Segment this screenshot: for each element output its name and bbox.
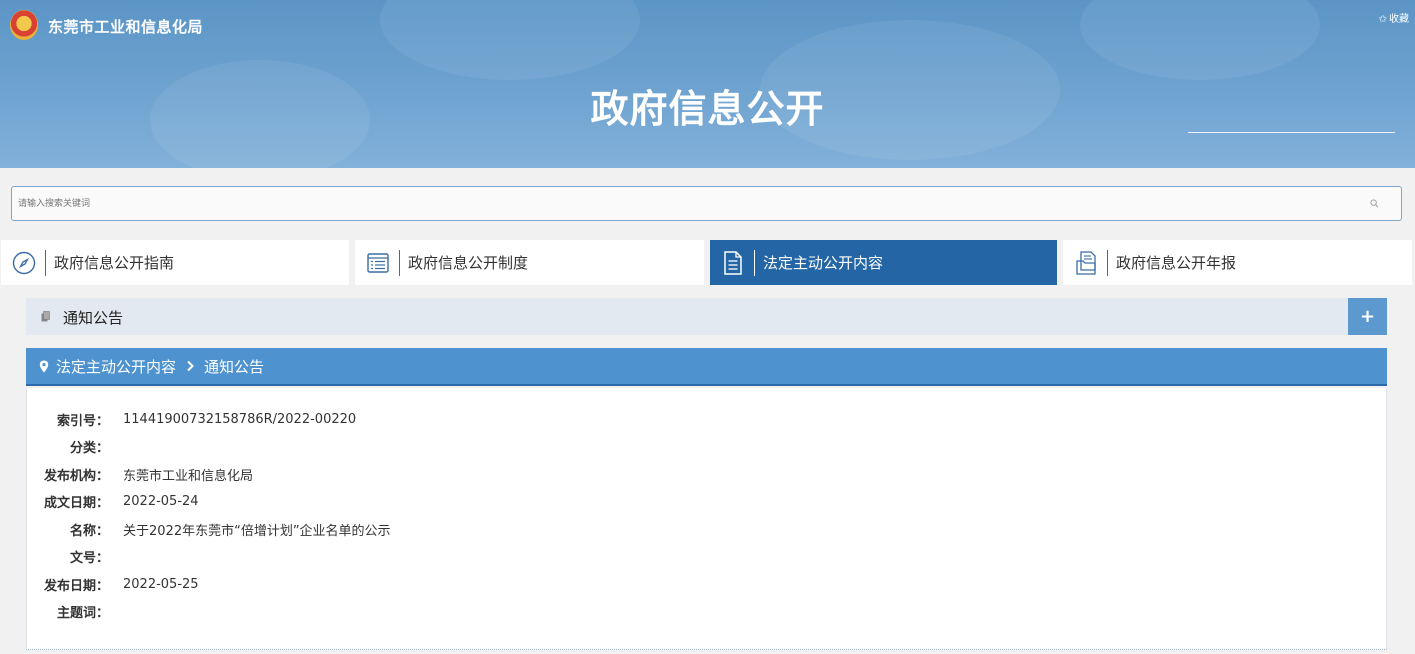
category-label[interactable]: 通知公告 bbox=[63, 307, 123, 328]
search-input[interactable] bbox=[18, 195, 1358, 213]
tab-separator bbox=[399, 249, 400, 276]
report-icon bbox=[1073, 250, 1099, 276]
compass-icon bbox=[11, 250, 37, 276]
header-banner: 东莞市工业和信息化局 ✩ 收藏 政府信息公开 bbox=[0, 0, 1415, 168]
banner-decoration bbox=[380, 0, 640, 80]
info-value: 2022-05-24 bbox=[123, 493, 199, 509]
breadcrumb-item[interactable]: 法定主动公开内容 bbox=[56, 356, 176, 377]
info-key: 分类： bbox=[69, 440, 109, 456]
tab-label: 政府信息公开年报 bbox=[1116, 254, 1237, 272]
info-key: 索引号： bbox=[56, 413, 109, 429]
search-icon[interactable] bbox=[1370, 199, 1379, 208]
tab-label: 政府信息公开制度 bbox=[408, 254, 529, 272]
info-row-publisher: 发布机构： 东莞市工业和信息化局 bbox=[27, 464, 253, 484]
info-row-document-number: 文号： bbox=[27, 546, 123, 566]
category-bar: 通知公告 + bbox=[26, 298, 1387, 335]
tab-annual-report[interactable]: 政府信息公开年报 bbox=[1063, 240, 1412, 285]
national-emblem-logo[interactable] bbox=[10, 10, 38, 40]
tab-label: 法定主动公开内容 bbox=[763, 254, 884, 272]
info-key: 名称： bbox=[69, 523, 109, 539]
document-icon bbox=[720, 250, 746, 276]
info-key: 主题词： bbox=[56, 605, 109, 621]
breadcrumb-item[interactable]: 通知公告 bbox=[204, 356, 264, 377]
site-name[interactable]: 东莞市工业和信息化局 bbox=[48, 16, 203, 37]
tab-separator bbox=[754, 249, 755, 276]
info-row-written-date: 成文日期： 2022-05-24 bbox=[27, 491, 199, 511]
tab-separator bbox=[1107, 249, 1108, 276]
chevron-right-icon bbox=[187, 360, 194, 372]
info-key: 发布日期： bbox=[43, 578, 109, 594]
star-icon: ✩ bbox=[1378, 14, 1387, 25]
tab-separator bbox=[45, 249, 46, 276]
documents-icon bbox=[41, 311, 50, 322]
document-info-panel: 索引号： 11441900732158786R/2022-00220 分类： 发… bbox=[26, 388, 1387, 650]
info-value: 11441900732158786R/2022-00220 bbox=[123, 411, 357, 427]
info-key: 成文日期： bbox=[43, 495, 109, 511]
search-box bbox=[11, 186, 1402, 221]
expand-button[interactable]: + bbox=[1348, 298, 1387, 335]
tab-system[interactable]: 政府信息公开制度 bbox=[355, 240, 704, 285]
info-row-title: 名称： 关于2022年东莞市“倍增计划”企业名单的公示 bbox=[27, 519, 391, 539]
info-value: 东莞市工业和信息化局 bbox=[123, 468, 254, 484]
tab-label: 政府信息公开指南 bbox=[54, 254, 175, 272]
tab-guide[interactable]: 政府信息公开指南 bbox=[1, 240, 349, 285]
nav-tabs: 政府信息公开指南 政府信息公开制度 法定主动公开内容 政府信息公开年报 bbox=[0, 240, 1415, 285]
favorite-label: 收藏 bbox=[1389, 14, 1409, 25]
info-key: 发布机构： bbox=[43, 468, 109, 484]
tab-mandatory-disclosure[interactable]: 法定主动公开内容 bbox=[710, 240, 1057, 285]
banner-divider bbox=[1188, 132, 1395, 133]
favorite-link[interactable]: ✩ 收藏 bbox=[1379, 10, 1409, 25]
breadcrumb: 法定主动公开内容 通知公告 bbox=[26, 348, 1387, 386]
info-row-keywords: 主题词： bbox=[27, 601, 123, 621]
info-key: 文号： bbox=[69, 550, 109, 566]
info-row-publish-date: 发布日期： 2022-05-25 bbox=[27, 574, 199, 594]
page-banner-title: 政府信息公开 bbox=[590, 87, 825, 131]
info-value: 2022-05-25 bbox=[123, 576, 199, 592]
location-pin-icon bbox=[39, 360, 49, 372]
info-row-category: 分类： bbox=[27, 436, 123, 456]
list-icon bbox=[365, 250, 391, 276]
banner-decoration bbox=[1080, 0, 1320, 80]
info-value: 关于2022年东莞市“倍增计划”企业名单的公示 bbox=[123, 523, 391, 539]
info-row-index: 索引号： 11441900732158786R/2022-00220 bbox=[27, 409, 356, 429]
